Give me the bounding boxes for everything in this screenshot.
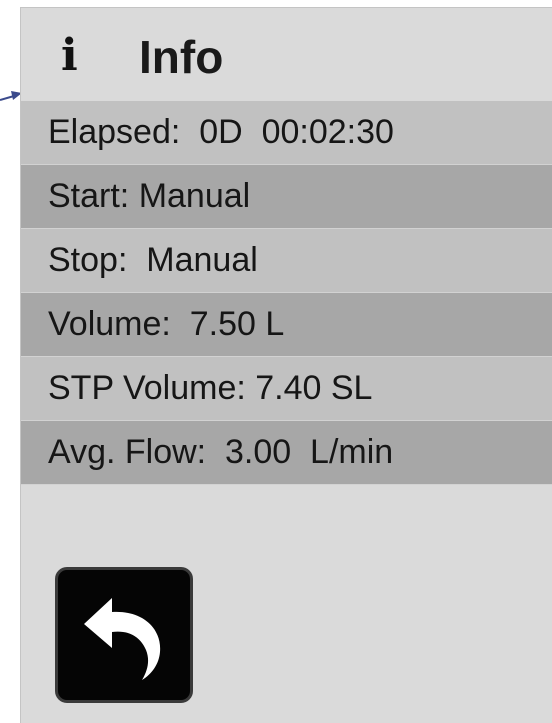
elapsed-row: Elapsed: 0D 00:02:30 [21, 101, 552, 165]
back-arrow-icon [84, 598, 161, 680]
info-header: i Info [21, 8, 552, 97]
start-row: Start: Manual [21, 165, 552, 229]
page-title: Info [139, 31, 224, 83]
info-icon: i [61, 30, 78, 81]
avg-flow-row: Avg. Flow: 3.00 L/min [21, 421, 552, 485]
volume-row: Volume: 7.50 L [21, 293, 552, 357]
stop-row: Stop: Manual [21, 229, 552, 293]
back-button[interactable] [55, 567, 193, 703]
stp-volume-row: STP Volume: 7.40 SL [21, 357, 552, 421]
info-panel: i Info Elapsed: 0D 00:02:30 Start: Manua… [20, 7, 552, 723]
pointer-arrow-icon [0, 91, 22, 101]
info-list: Elapsed: 0D 00:02:30 Start: Manual Stop:… [21, 101, 552, 485]
